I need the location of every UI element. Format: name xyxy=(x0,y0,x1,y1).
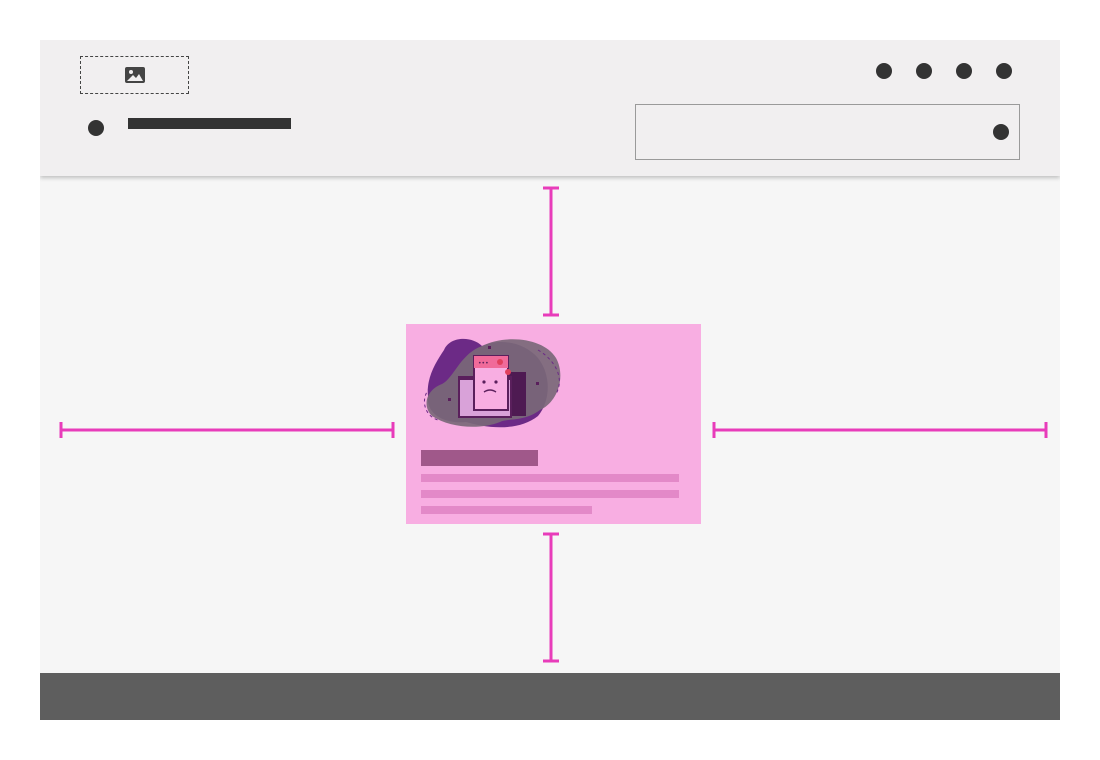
nav-item-4[interactable] xyxy=(996,63,1012,79)
search-input[interactable] xyxy=(635,104,1020,160)
site-title-placeholder xyxy=(128,118,291,129)
spacing-marker-bottom xyxy=(543,532,559,663)
header xyxy=(40,40,1060,176)
card-text-line-3 xyxy=(421,506,592,514)
spacing-marker-right xyxy=(712,422,1048,438)
image-icon xyxy=(124,67,145,83)
logo-placeholder[interactable] xyxy=(80,56,189,94)
spacing-marker-top xyxy=(543,186,559,317)
card-text-line-2 xyxy=(421,490,679,498)
card-title-placeholder xyxy=(421,450,538,466)
search-icon[interactable] xyxy=(993,124,1009,140)
nav-item-2[interactable] xyxy=(916,63,932,79)
svg-text:•••: ••• xyxy=(478,360,489,367)
footer xyxy=(40,673,1060,720)
empty-state-card: ••• xyxy=(406,324,701,524)
sad-browser-window-illustration: ••• xyxy=(423,338,561,428)
card-text-line-1 xyxy=(421,474,679,482)
spacing-marker-left xyxy=(59,422,395,438)
page-frame: ••• xyxy=(40,40,1060,720)
nav-item-3[interactable] xyxy=(956,63,972,79)
nav-item-1[interactable] xyxy=(876,63,892,79)
menu-button[interactable] xyxy=(88,120,104,136)
